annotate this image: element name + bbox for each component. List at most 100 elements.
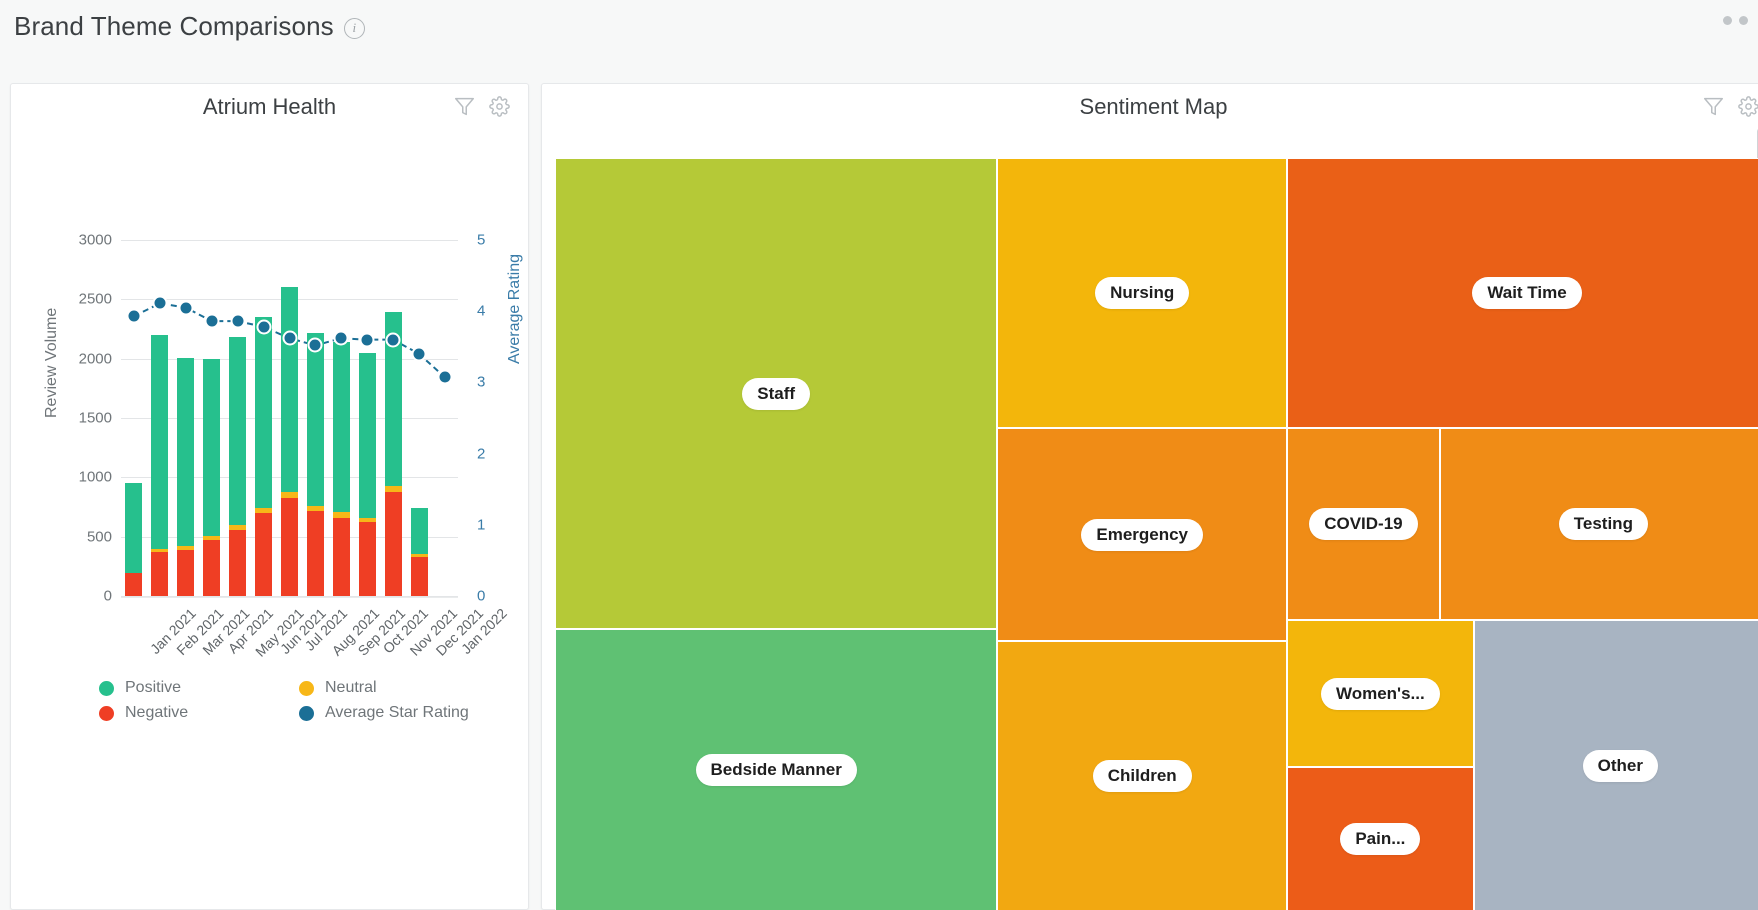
info-icon[interactable]: i xyxy=(344,18,365,39)
legend-item[interactable]: Neutral xyxy=(299,679,499,697)
bar-column[interactable] xyxy=(437,240,454,596)
bar-segment-neutral[interactable] xyxy=(411,554,428,557)
bar-segment-neutral[interactable] xyxy=(203,536,220,540)
treemap-tile[interactable]: Children xyxy=(997,641,1287,910)
treemap-tile-label: Children xyxy=(1093,760,1192,792)
bar-segment-negative[interactable] xyxy=(385,492,402,596)
sentiment-treemap: StaffBedside MannerNursing Emergency Child… xyxy=(555,158,1758,910)
y-axis-tick-left: 0 xyxy=(104,588,112,605)
bar-segment-positive[interactable] xyxy=(307,333,324,506)
bar-column[interactable] xyxy=(411,240,428,596)
y-axis-tick-right: 3 xyxy=(477,374,485,391)
y-axis-tick-right: 5 xyxy=(477,232,485,249)
bar-segment-neutral[interactable] xyxy=(333,512,350,517)
treemap-tile-label: Emergency xyxy=(1081,519,1203,551)
bar-segment-neutral[interactable] xyxy=(385,486,402,492)
bar-segment-negative[interactable] xyxy=(333,518,350,596)
treemap-tile[interactable]: Testing xyxy=(1440,428,1758,620)
bar-segment-negative[interactable] xyxy=(359,522,376,596)
bar-column[interactable] xyxy=(229,240,246,596)
rating-point[interactable] xyxy=(412,346,427,361)
rating-point[interactable] xyxy=(282,331,297,346)
bar-column[interactable] xyxy=(333,240,350,596)
y-axis-label-right: Average Rating xyxy=(506,254,524,364)
bar-segment-negative[interactable] xyxy=(411,557,428,596)
treemap-tile[interactable]: Wait Time xyxy=(1287,158,1758,428)
bar-segment-positive[interactable] xyxy=(281,287,298,491)
y-axis-tick-left: 2000 xyxy=(79,350,112,367)
gear-icon[interactable] xyxy=(1738,96,1758,117)
treemap-tile[interactable]: Emergency xyxy=(997,428,1287,641)
bar-segment-negative[interactable] xyxy=(281,498,298,596)
rating-point[interactable] xyxy=(152,296,167,311)
rating-point[interactable] xyxy=(360,332,375,347)
bar-segment-positive[interactable] xyxy=(359,353,376,518)
rating-point[interactable] xyxy=(308,338,323,353)
bar-segment-negative[interactable] xyxy=(307,511,324,596)
sentiment-map-card: Sentiment Map StaffBedside MannerNursing… xyxy=(541,83,1758,910)
bar-segment-neutral[interactable] xyxy=(151,549,168,553)
bar-column[interactable] xyxy=(307,240,324,596)
y-axis-tick-left: 500 xyxy=(87,528,112,545)
bar-column[interactable] xyxy=(281,240,298,596)
rating-point[interactable] xyxy=(230,314,245,329)
bar-segment-positive[interactable] xyxy=(229,337,246,524)
treemap-tile[interactable]: Nursing xyxy=(997,158,1287,428)
legend-dot-rating xyxy=(299,706,314,721)
bar-segment-negative[interactable] xyxy=(151,552,168,596)
bar-column[interactable] xyxy=(177,240,194,596)
bar-segment-negative[interactable] xyxy=(203,540,220,596)
bar-segment-neutral[interactable] xyxy=(255,508,272,513)
bar-column[interactable] xyxy=(359,240,376,596)
rating-point[interactable] xyxy=(178,300,193,315)
bar-column[interactable] xyxy=(151,240,168,596)
more-options-icon[interactable] xyxy=(1723,16,1748,25)
bar-segment-neutral[interactable] xyxy=(177,546,194,550)
bar-column[interactable] xyxy=(385,240,402,596)
treemap-tile[interactable]: Pain... xyxy=(1287,767,1474,910)
bar-segment-negative[interactable] xyxy=(229,530,246,596)
filter-funnel-icon[interactable] xyxy=(1703,96,1724,117)
bar-segment-negative[interactable] xyxy=(125,573,142,596)
bar-segment-positive[interactable] xyxy=(333,342,350,512)
bar-segment-positive[interactable] xyxy=(177,358,194,547)
rating-point[interactable] xyxy=(386,332,401,347)
bar-segment-neutral[interactable] xyxy=(359,518,376,523)
treemap-tile[interactable]: Other xyxy=(1474,620,1758,910)
y-axis-tick-right: 1 xyxy=(477,516,485,533)
legend-label: Average Star Rating xyxy=(325,704,469,722)
legend-item[interactable]: Positive xyxy=(99,679,299,697)
bar-segment-neutral[interactable] xyxy=(229,525,246,530)
y-axis-tick-right: 2 xyxy=(477,445,485,462)
bar-segment-positive[interactable] xyxy=(203,359,220,536)
review-volume-bar-chart: Review Volume Average Rating 05001000150… xyxy=(11,84,530,910)
rating-point[interactable] xyxy=(204,314,219,329)
bar-segment-positive[interactable] xyxy=(151,335,168,549)
bar-column[interactable] xyxy=(203,240,220,596)
y-axis-tick-left: 1000 xyxy=(79,469,112,486)
bar-segment-positive[interactable] xyxy=(255,317,272,507)
page-title: Brand Theme Comparisons xyxy=(14,13,334,39)
bar-segment-negative[interactable] xyxy=(255,513,272,596)
rating-point[interactable] xyxy=(126,309,141,324)
legend-item[interactable]: Negative xyxy=(99,704,299,722)
treemap-tile[interactable]: COVID-19 xyxy=(1287,428,1440,620)
bar-segment-negative[interactable] xyxy=(177,550,194,596)
treemap-tile[interactable]: Bedside Manner xyxy=(555,629,997,910)
chart-legend: Positive Neutral Negative Average Star Rati… xyxy=(99,679,499,722)
y-axis-tick-left: 1500 xyxy=(79,410,112,427)
rating-point[interactable] xyxy=(256,319,271,334)
treemap-tile[interactable]: Staff xyxy=(555,158,997,629)
bar-column[interactable] xyxy=(125,240,142,596)
rating-point[interactable] xyxy=(438,370,453,385)
bar-segment-neutral[interactable] xyxy=(307,506,324,511)
legend-label: Neutral xyxy=(325,679,377,697)
bar-segment-positive[interactable] xyxy=(125,483,142,573)
bar-column[interactable] xyxy=(255,240,272,596)
bar-segment-neutral[interactable] xyxy=(281,492,298,498)
legend-item[interactable]: Average Star Rating xyxy=(299,704,499,722)
gridline xyxy=(121,596,458,597)
bar-segment-positive[interactable] xyxy=(411,508,428,554)
treemap-tile[interactable]: Women's... xyxy=(1287,620,1474,767)
rating-point[interactable] xyxy=(334,331,349,346)
